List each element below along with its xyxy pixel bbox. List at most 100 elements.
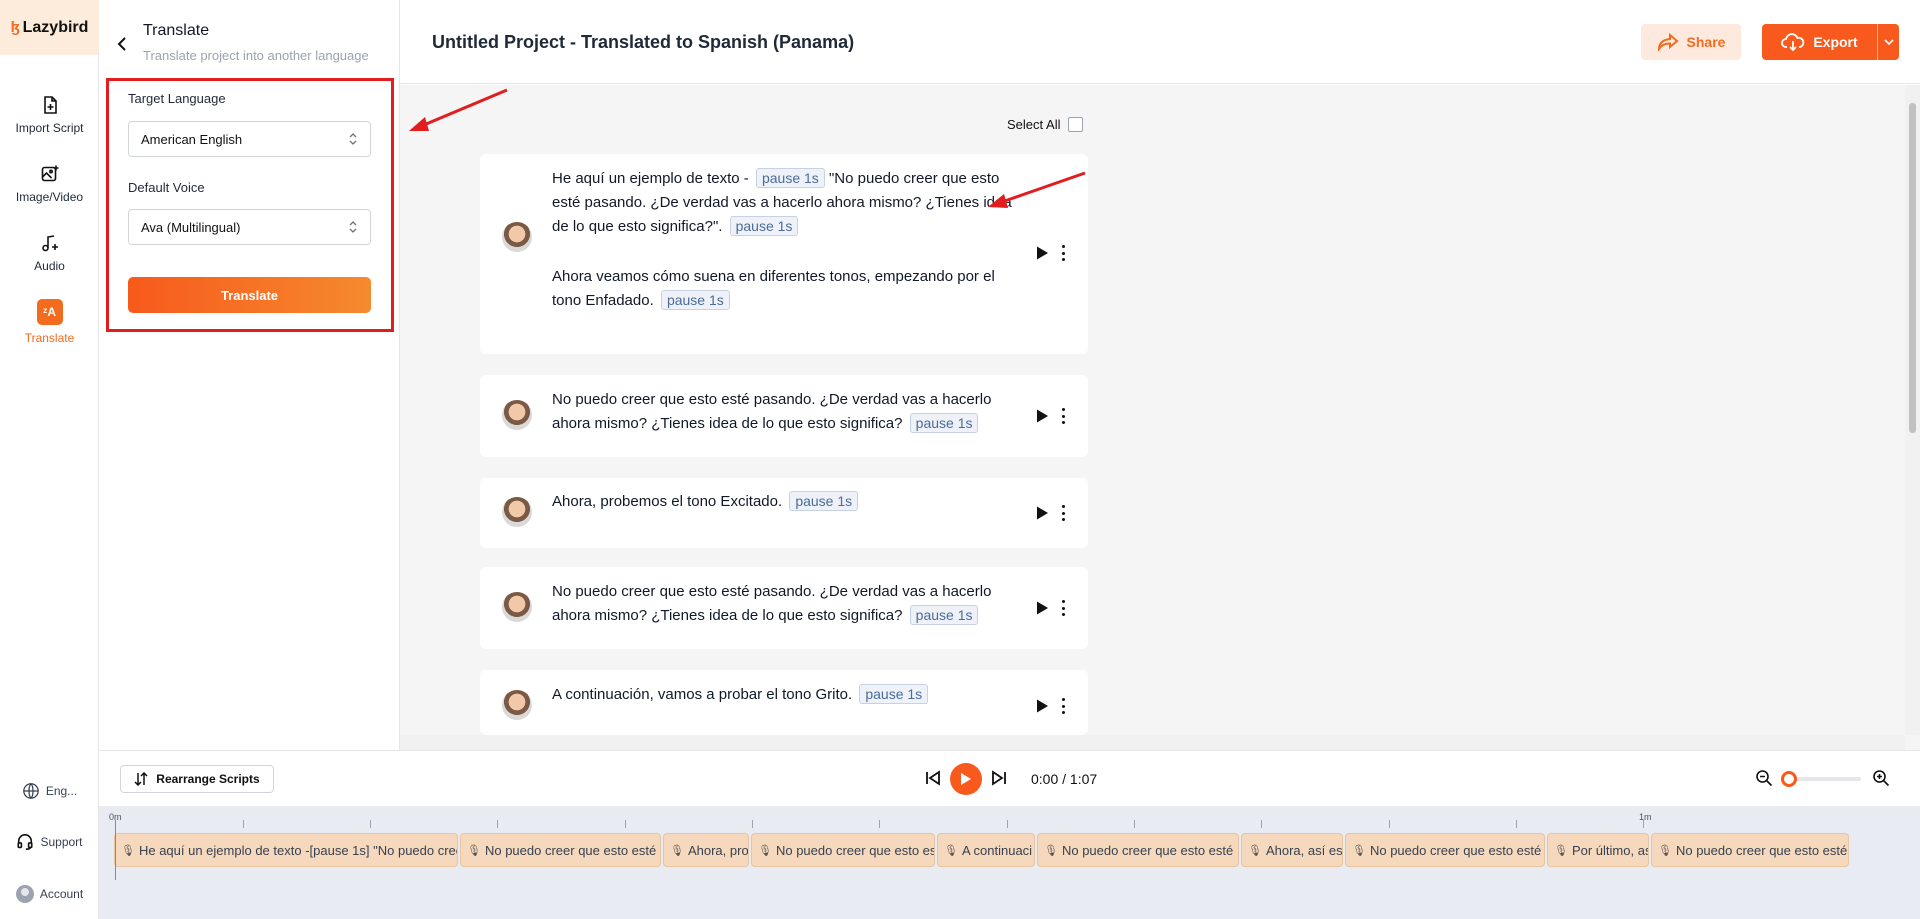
timeline-clip[interactable]: 🎙 No puedo creer que esto esté bbox=[1037, 833, 1239, 867]
zoom-slider-handle[interactable] bbox=[1781, 771, 1797, 787]
target-language-value: American English bbox=[141, 131, 243, 147]
play-icon[interactable] bbox=[1034, 698, 1050, 714]
play-icon[interactable] bbox=[1034, 408, 1050, 424]
rearrange-scripts-button[interactable]: Rearrange Scripts bbox=[120, 765, 274, 793]
playhead[interactable] bbox=[115, 820, 116, 880]
timeline[interactable]: 0m 1m 🎙 He aquí un ejemplo de texto -[pau… bbox=[99, 806, 1920, 919]
timeline-clip[interactable]: 🎙 Por último, as bbox=[1547, 833, 1649, 867]
script-text[interactable]: No puedo creer que esto esté pasando. ¿D… bbox=[552, 580, 1012, 628]
rail-item-audio[interactable]: Audio bbox=[0, 224, 99, 282]
zoom-out-icon[interactable] bbox=[1755, 769, 1773, 787]
timeline-clip[interactable]: 🎙 He aquí un ejemplo de texto -[pause 1s]… bbox=[114, 833, 458, 867]
microphone-icon: 🎙 bbox=[121, 844, 135, 857]
rail-item-import-script[interactable]: Import Script bbox=[0, 86, 99, 144]
ruler-tick bbox=[243, 820, 244, 828]
voice-avatar[interactable] bbox=[502, 400, 532, 430]
pause-chip[interactable]: pause 1s bbox=[909, 605, 979, 625]
export-button[interactable]: Export bbox=[1762, 24, 1899, 60]
timeline-clip[interactable]: 🎙 Ahora, así es bbox=[1241, 833, 1343, 867]
clip-label: Ahora, probe bbox=[687, 842, 749, 858]
skip-forward-icon[interactable] bbox=[990, 769, 1008, 787]
support-label: Support bbox=[40, 835, 83, 849]
timeline-clip[interactable]: 🎙 A continuaci bbox=[937, 833, 1035, 867]
rail-label-image-video: Image/Video bbox=[15, 190, 84, 204]
language-selector[interactable]: Eng... bbox=[0, 774, 99, 808]
microphone-icon: 🎙 bbox=[1044, 844, 1058, 857]
play-icon[interactable] bbox=[1034, 505, 1050, 521]
microphone-icon: 🎙 bbox=[944, 844, 958, 857]
play-icon[interactable] bbox=[1034, 600, 1050, 616]
panel-title: Translate bbox=[143, 22, 210, 39]
export-dropdown-toggle[interactable] bbox=[1877, 24, 1899, 60]
script-card[interactable]: No puedo creer que esto esté pasando. ¿D… bbox=[480, 567, 1088, 649]
export-main[interactable]: Export bbox=[1762, 24, 1877, 60]
pause-chip[interactable]: pause 1s bbox=[660, 290, 730, 310]
pause-chip[interactable]: pause 1s bbox=[909, 413, 979, 433]
more-options-icon[interactable] bbox=[1057, 599, 1069, 617]
microphone-icon: 🎙 bbox=[1658, 844, 1672, 857]
script-card[interactable]: Ahora, probemos el tono Excitado. pause … bbox=[480, 478, 1088, 548]
voice-avatar[interactable] bbox=[502, 690, 532, 720]
timeline-clip[interactable]: 🎙 No puedo creer que esto esté bbox=[1651, 833, 1849, 867]
back-button[interactable] bbox=[113, 22, 131, 52]
microphone-icon: 🎙 bbox=[1554, 844, 1568, 857]
script-card[interactable]: A continuación, vamos a probar el tono G… bbox=[480, 670, 1088, 735]
account-link[interactable]: Account bbox=[0, 877, 99, 911]
default-voice-select[interactable]: Ava (Multilingual) bbox=[128, 209, 371, 245]
pause-chip[interactable]: pause 1s bbox=[755, 168, 825, 188]
select-all[interactable]: Select All bbox=[1007, 117, 1084, 132]
script-text[interactable]: Ahora veamos cómo suena en diferentes to… bbox=[552, 265, 1012, 313]
timeline-clip[interactable]: 🎙 No puedo creer que esto est bbox=[751, 833, 935, 867]
zoom-in-icon[interactable] bbox=[1872, 769, 1890, 787]
pause-chip[interactable]: pause 1s bbox=[859, 684, 929, 704]
clip-label: No puedo creer que esto esté bbox=[1061, 842, 1234, 858]
script-text[interactable]: No puedo creer que esto esté pasando. ¿D… bbox=[552, 388, 1012, 436]
clip-label: No puedo creer que esto esté bbox=[484, 842, 657, 858]
clip-label: No puedo creer que esto est bbox=[775, 842, 935, 858]
more-options-icon[interactable] bbox=[1057, 244, 1069, 262]
target-language-select[interactable]: American English bbox=[128, 121, 371, 157]
ruler-tick bbox=[625, 820, 626, 828]
more-options-icon[interactable] bbox=[1057, 504, 1069, 522]
voice-avatar[interactable] bbox=[502, 497, 532, 527]
rail-item-translate[interactable]: ᶻA Translate bbox=[0, 293, 99, 351]
voice-avatar[interactable] bbox=[502, 222, 532, 252]
script-text[interactable]: He aquí un ejemplo de texto - pause 1s "… bbox=[552, 167, 1012, 239]
share-button[interactable]: Share bbox=[1641, 24, 1741, 60]
scrollbar-thumb[interactable] bbox=[1909, 103, 1916, 433]
timeline-clip[interactable]: 🎙Ahora, probe bbox=[663, 833, 749, 867]
pause-chip[interactable]: pause 1s bbox=[729, 216, 799, 236]
script-text-part: Ahora, probemos el tono Excitado. bbox=[552, 493, 783, 510]
microphone-icon: 🎙 bbox=[1352, 844, 1366, 857]
vertical-scrollbar[interactable] bbox=[1905, 85, 1920, 735]
clip-label: No puedo creer que esto esté bbox=[1369, 842, 1542, 858]
zoom-slider-track[interactable] bbox=[1787, 777, 1861, 781]
more-options-icon[interactable] bbox=[1057, 407, 1069, 425]
rail-item-image-video[interactable]: Image/Video bbox=[0, 155, 99, 213]
horizontal-scrollbar[interactable] bbox=[400, 735, 1905, 750]
microphone-icon: 🎙 bbox=[467, 844, 481, 857]
skip-back-icon[interactable] bbox=[924, 769, 942, 787]
play-icon[interactable] bbox=[1034, 245, 1050, 261]
rearrange-label: Rearrange Scripts bbox=[156, 772, 260, 786]
pause-chip[interactable]: pause 1s bbox=[789, 491, 859, 511]
play-button[interactable] bbox=[950, 763, 982, 795]
annotation-arrow bbox=[988, 171, 1086, 208]
globe-icon bbox=[22, 783, 39, 799]
support-link[interactable]: Support bbox=[0, 825, 99, 859]
account-avatar bbox=[15, 885, 34, 903]
voice-avatar[interactable] bbox=[502, 592, 532, 622]
translate-button[interactable]: Translate bbox=[128, 277, 371, 313]
select-all-checkbox[interactable] bbox=[1068, 117, 1084, 132]
logo-mark-icon: ɮ bbox=[10, 19, 20, 36]
script-text[interactable]: Ahora, probemos el tono Excitado. pause … bbox=[552, 490, 1012, 514]
script-card[interactable]: No puedo creer que esto esté pasando. ¿D… bbox=[480, 375, 1088, 457]
more-options-icon[interactable] bbox=[1057, 697, 1069, 715]
headset-icon bbox=[17, 833, 34, 851]
timeline-clip[interactable]: 🎙 No puedo creer que esto esté bbox=[1345, 833, 1545, 867]
app-logo[interactable]: ɮ Lazybird bbox=[0, 0, 99, 55]
script-text[interactable]: A continuación, vamos a probar el tono G… bbox=[552, 683, 1012, 707]
top-header: Untitled Project - Translated to Spanish… bbox=[400, 0, 1920, 84]
timeline-clip[interactable]: 🎙 No puedo creer que esto esté bbox=[460, 833, 661, 867]
chevron-left-icon bbox=[117, 37, 126, 51]
